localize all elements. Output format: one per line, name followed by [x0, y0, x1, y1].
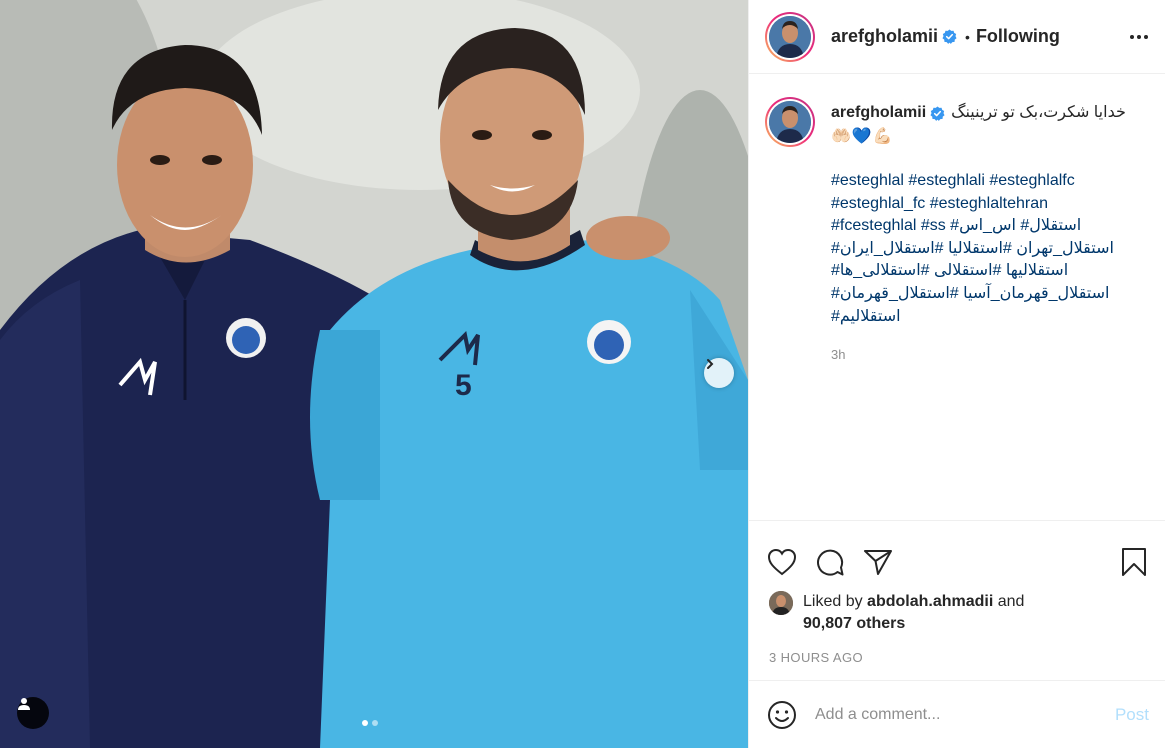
action-bar — [749, 521, 1165, 587]
caption-hashtags: #esteghlal #esteghlali #esteghlalfc #est… — [831, 170, 1149, 328]
comment-bubble-icon[interactable] — [815, 547, 845, 577]
caption-body: arefgholamii خدایا شکرت،بک تو ترینینگ 🤲🏻… — [831, 97, 1149, 366]
verified-badge-icon — [930, 105, 945, 121]
caption-username[interactable]: arefgholamii — [831, 102, 926, 124]
likes-count[interactable]: 90,807 others — [803, 615, 905, 632]
likes-and: and — [997, 593, 1025, 610]
heart-icon[interactable] — [767, 548, 797, 576]
add-comment-form: Post — [749, 680, 1165, 748]
following-button[interactable]: Following — [976, 26, 1060, 47]
post-header: arefgholamii • Following — [749, 0, 1165, 74]
verified-badge-icon — [942, 29, 957, 44]
author-username[interactable]: arefgholamii — [831, 26, 938, 47]
hashtag-line[interactable]: #استقلال_قهرمان_آسیا #استقلال_قهرمان — [831, 283, 1149, 306]
carousel-dots — [362, 720, 378, 726]
hashtag-line[interactable]: #استقلالیها #استقلالی #استقلالی_ها — [831, 260, 1149, 283]
hashtag-line[interactable]: #fcesteghlal #ss #استقلال# اس_اس — [831, 215, 1149, 238]
hashtag-line[interactable]: #استقلال_تهران #استقلالیا #استقلال_ایران — [831, 238, 1149, 261]
bookmark-icon[interactable] — [1121, 547, 1147, 577]
photo-illustration: 5 — [0, 0, 748, 748]
caption-text: خدایا شکرت،بک تو ترینینگ — [951, 104, 1126, 121]
user-tags-button[interactable] — [17, 697, 49, 729]
comment-input[interactable] — [815, 705, 1115, 724]
smiley-icon[interactable] — [767, 700, 797, 730]
hashtag-line[interactable]: #esteghlal_fc #esteghlaltehran — [831, 193, 1149, 216]
hashtag-line[interactable]: #esteghlal #esteghlali #esteghlalfc — [831, 170, 1149, 193]
liker-avatar[interactable] — [769, 591, 793, 615]
post-actions-area: Liked by abdolah.ahmadii and 90,807 othe… — [749, 520, 1165, 665]
more-options-icon[interactable] — [1129, 34, 1149, 40]
author-avatar[interactable] — [765, 11, 815, 62]
carousel-next-button[interactable] — [704, 358, 734, 388]
header-separator: • — [965, 28, 970, 45]
liker-username[interactable]: abdolah.ahmadii — [867, 593, 993, 610]
post-timestamp[interactable]: 3 HOURS AGO — [749, 635, 1165, 665]
carousel-dot-active — [362, 720, 368, 726]
caption: arefgholamii خدایا شکرت،بک تو ترینینگ 🤲🏻… — [765, 97, 1149, 366]
jersey-number: 5 — [455, 369, 472, 402]
post-comment-button[interactable]: Post — [1115, 705, 1149, 725]
post-photo[interactable]: 5 — [0, 0, 748, 748]
carousel-dot — [372, 720, 378, 726]
likes-summary: Liked by abdolah.ahmadii and 90,807 othe… — [749, 587, 1165, 635]
caption-emojis: 🤲🏻💙💪🏻 — [831, 128, 894, 145]
paper-plane-icon[interactable] — [863, 548, 893, 576]
likes-prefix: Liked by — [803, 593, 863, 610]
caption-time[interactable]: 3h — [831, 344, 1149, 366]
hashtag-line[interactable]: #استقلالیم — [831, 306, 1149, 329]
post-side-panel: arefgholamii • Following arefgholamii خد… — [748, 0, 1165, 748]
comments-section: arefgholamii خدایا شکرت،بک تو ترینینگ 🤲🏻… — [749, 74, 1165, 520]
caption-author-avatar[interactable] — [765, 97, 815, 147]
